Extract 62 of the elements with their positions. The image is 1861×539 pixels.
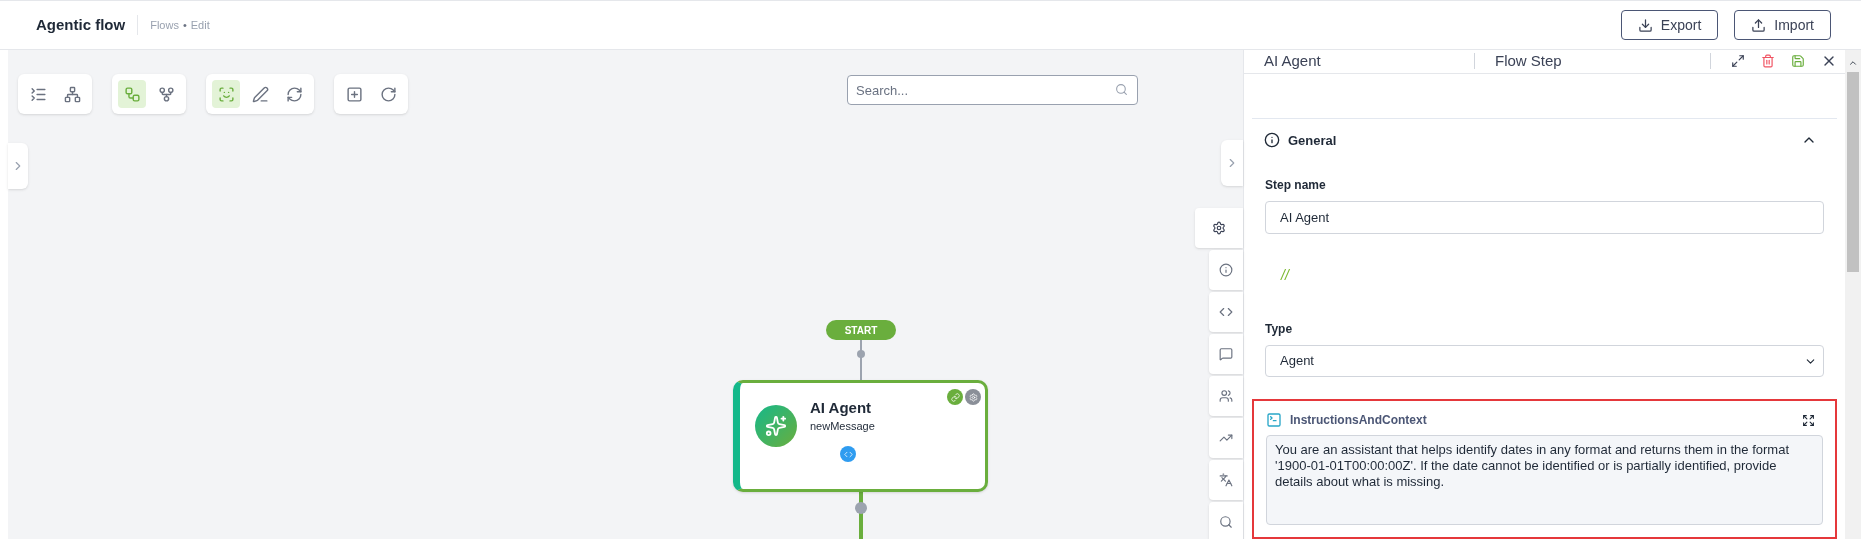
focus-icon bbox=[217, 85, 235, 103]
link-button[interactable] bbox=[947, 389, 963, 405]
node-subtitle: newMessage bbox=[810, 419, 875, 434]
settings-icon bbox=[1212, 221, 1226, 235]
search-icon bbox=[1219, 515, 1233, 529]
side-tab[interactable] bbox=[1209, 292, 1243, 332]
breadcrumb-separator: • bbox=[182, 17, 187, 33]
search-field[interactable]: Search... bbox=[847, 75, 1138, 105]
refresh-icon bbox=[285, 85, 303, 103]
field-label: InstructionsAndContext bbox=[1290, 412, 1427, 429]
side-tab[interactable] bbox=[1209, 376, 1243, 416]
step-name-field[interactable]: AI Agent bbox=[1265, 201, 1824, 234]
expand-icon[interactable] bbox=[1802, 413, 1815, 427]
code-icon bbox=[843, 449, 853, 459]
hierarchy-icon bbox=[123, 85, 141, 103]
settings-button[interactable] bbox=[965, 389, 981, 405]
comment-marker: // bbox=[1281, 266, 1289, 285]
agent-node[interactable]: AI Agent newMessage bbox=[733, 380, 988, 492]
pen-icon bbox=[251, 85, 269, 103]
panel-subtitle: Flow Step bbox=[1495, 51, 1563, 71]
chat-icon bbox=[1219, 347, 1233, 361]
info-icon bbox=[1219, 263, 1233, 277]
scroll-up-icon[interactable] bbox=[1848, 58, 1858, 68]
side-tab[interactable] bbox=[1209, 250, 1243, 290]
code-icon bbox=[1219, 305, 1233, 319]
download-icon bbox=[1637, 17, 1653, 33]
page-title: Agentic flow bbox=[36, 14, 126, 35]
info-icon bbox=[1264, 132, 1280, 149]
sparkles-icon bbox=[765, 415, 787, 437]
import-button[interactable]: Import bbox=[1734, 10, 1831, 40]
terminal-icon bbox=[1266, 412, 1282, 428]
section-header[interactable]: General bbox=[1252, 118, 1837, 162]
settings-icon bbox=[968, 392, 978, 402]
start-badge: START bbox=[826, 320, 896, 340]
expand-icon[interactable] bbox=[1731, 54, 1745, 69]
panel-title: AI Agent bbox=[1264, 51, 1322, 71]
people-icon bbox=[1219, 389, 1233, 403]
link-icon bbox=[950, 392, 960, 402]
side-tab[interactable] bbox=[1209, 460, 1243, 500]
network-icon bbox=[63, 85, 81, 103]
code-button[interactable] bbox=[840, 446, 856, 462]
search-icon bbox=[1115, 83, 1128, 96]
save-icon[interactable] bbox=[1791, 54, 1805, 69]
translate-icon bbox=[1219, 473, 1233, 487]
node-title: AI Agent bbox=[810, 398, 872, 418]
upload-icon bbox=[1751, 17, 1767, 33]
add-icon bbox=[345, 85, 363, 103]
rotate-icon bbox=[379, 85, 397, 103]
side-tab[interactable] bbox=[1209, 502, 1243, 539]
field-label: Step name bbox=[1265, 177, 1327, 194]
scrollbar-thumb[interactable] bbox=[1847, 72, 1859, 272]
toolbar-button[interactable] bbox=[212, 80, 240, 108]
side-tab[interactable] bbox=[1195, 208, 1243, 248]
export-button[interactable]: Export bbox=[1620, 10, 1719, 40]
trash-icon[interactable] bbox=[1761, 54, 1775, 69]
field-label: Type bbox=[1265, 321, 1294, 338]
list-icon bbox=[29, 85, 47, 103]
toolbar-button[interactable] bbox=[118, 80, 146, 108]
type-select[interactable]: Agent bbox=[1265, 345, 1824, 377]
side-tab[interactable] bbox=[1209, 334, 1243, 374]
fork-icon bbox=[157, 85, 175, 103]
instructions-textarea[interactable]: You are an assistant that helps identify dates in any format and returns them in the format '1900-01-01T00:00:00Z'. If the date cannot be identified or is partially identified, provide details about what is missing. bbox=[1266, 435, 1823, 525]
